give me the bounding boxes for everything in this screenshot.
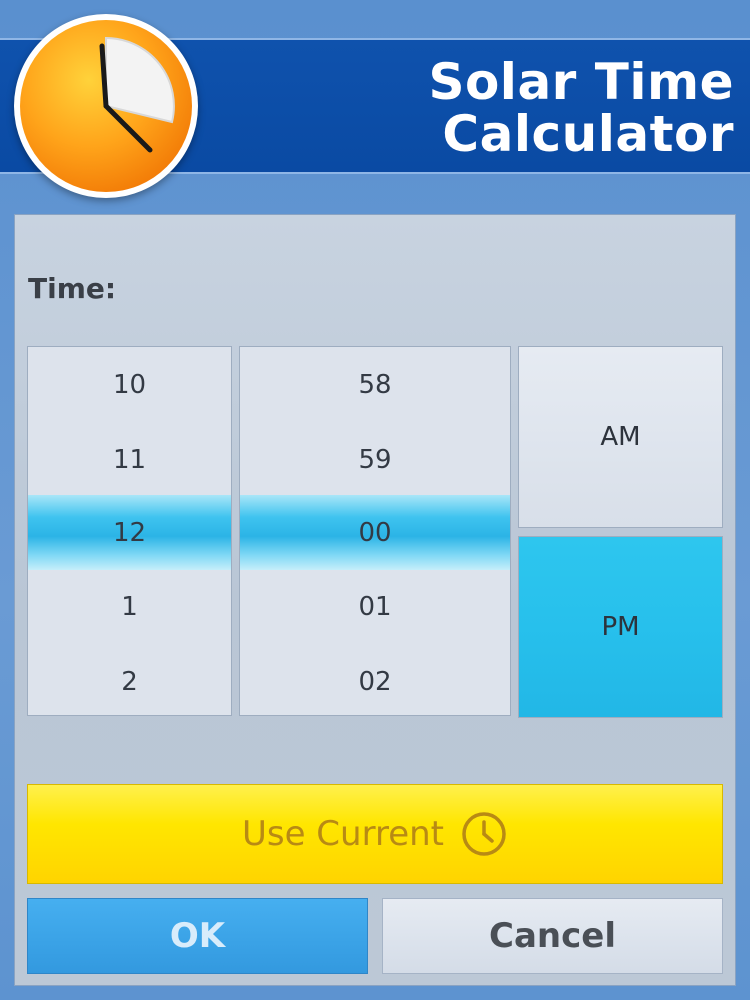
hour-option[interactable]: 1: [28, 569, 231, 644]
app-title-line-1: Solar Time: [428, 53, 734, 111]
minute-option[interactable]: 58: [240, 347, 510, 422]
pm-button[interactable]: PM: [518, 536, 723, 718]
am-button[interactable]: AM: [518, 346, 723, 528]
cancel-button[interactable]: Cancel: [382, 898, 723, 974]
hour-option[interactable]: 11: [28, 422, 231, 497]
app-title: Solar Time Calculator: [428, 56, 734, 160]
time-picker-dialog: Time: 10 11 12 1 2 58 59 00 01 02 AM PM …: [14, 214, 736, 986]
use-current-label: Use Current: [241, 814, 445, 854]
hour-option[interactable]: 2: [28, 644, 231, 715]
clock-logo-icon: [14, 14, 198, 198]
ok-button[interactable]: OK: [27, 898, 368, 974]
app-title-line-2: Calculator: [442, 105, 734, 163]
hour-option[interactable]: 10: [28, 347, 231, 422]
hour-option-selected[interactable]: 12: [28, 495, 231, 570]
minute-option[interactable]: 02: [240, 644, 510, 715]
use-current-button[interactable]: Use Current: [27, 784, 723, 884]
minute-option[interactable]: 59: [240, 422, 510, 497]
hour-wheel[interactable]: 10 11 12 1 2: [27, 346, 232, 716]
minute-wheel[interactable]: 58 59 00 01 02: [239, 346, 511, 716]
time-label: Time:: [28, 272, 117, 305]
minute-option-selected[interactable]: 00: [240, 495, 510, 570]
minute-option[interactable]: 01: [240, 569, 510, 644]
clock-icon: [462, 812, 506, 856]
